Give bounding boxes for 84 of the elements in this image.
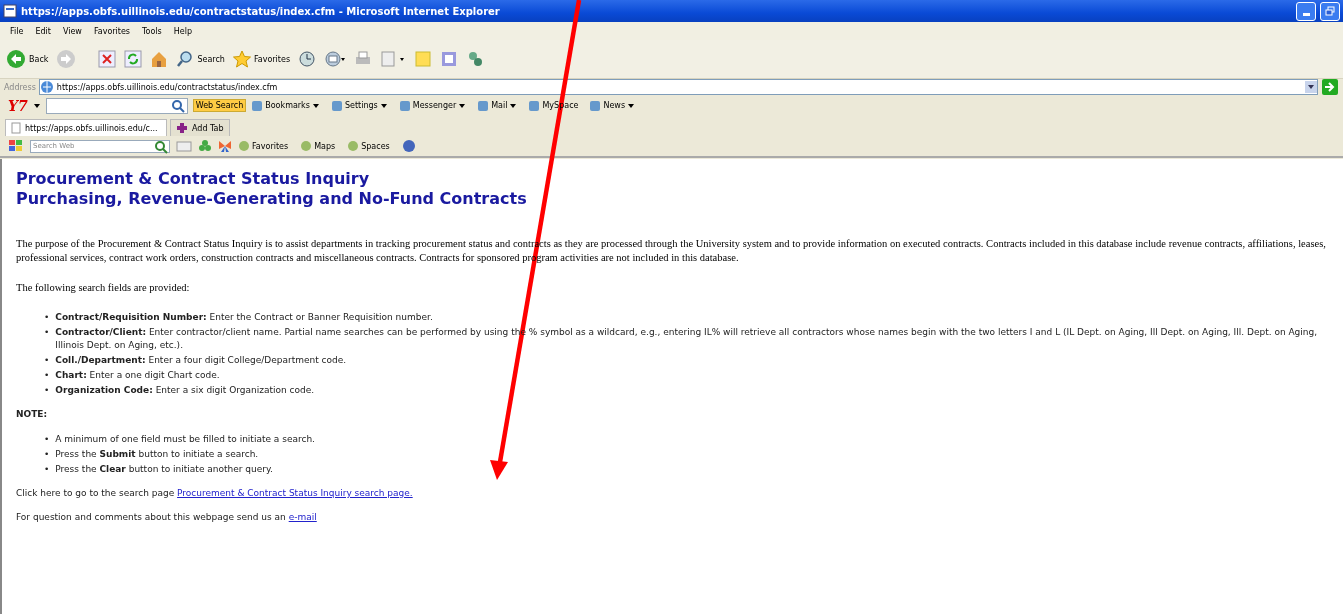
star-icon [232, 50, 251, 68]
circle-icon [347, 140, 360, 152]
back-button[interactable]: Back [6, 49, 49, 69]
search-icon [154, 139, 168, 154]
field-description: Coll./Department: Enter a four digit College/Department code. [55, 354, 347, 367]
page-heading: Purchasing, Revenue-Generating and No-Fund Contracts [16, 189, 528, 209]
caret-icon[interactable] [458, 102, 467, 109]
square-icon [398, 99, 411, 112]
list-bullet: • [44, 311, 50, 324]
note-item: Press the Clear button to initiate another query. [55, 463, 273, 476]
minimize-button[interactable] [1296, 1, 1316, 21]
page-icon [11, 122, 21, 134]
note-item: A minimum of one field must be filled to initiate a search. [55, 433, 315, 446]
circle-icon [300, 140, 313, 152]
address-field[interactable]: https://apps.obfs.uillinois.edu/contractstatus/index.cfm [38, 79, 1318, 95]
dropdown-icon[interactable] [32, 102, 41, 109]
toolbar-menu[interactable]: News [589, 99, 636, 112]
list-bullet: • [44, 433, 50, 446]
stop-icon[interactable] [98, 50, 117, 68]
caret-icon[interactable] [627, 102, 636, 109]
email-link[interactable]: e-mail [288, 512, 317, 522]
list-bullet: • [44, 326, 50, 339]
square-icon [589, 99, 602, 112]
restore-icon [1325, 6, 1335, 16]
note-item: Press the Submit button to initiate a search. [55, 448, 259, 461]
search-button[interactable]: Search [176, 50, 225, 68]
plus-icon [176, 122, 188, 134]
yahoo-logo[interactable]: Y7 [8, 97, 28, 114]
globe-icon [39, 80, 54, 94]
search-page-link[interactable]: Procurement & Contract Status Inquiry search page. [177, 488, 413, 498]
menu-item[interactable]: File [10, 26, 24, 36]
menu-item[interactable]: Help [173, 26, 192, 36]
page-heading: Procurement & Contract Status Inquiry [16, 169, 371, 189]
refresh-icon[interactable] [124, 50, 143, 68]
minimize-icon [1302, 12, 1310, 16]
square-icon [477, 99, 490, 112]
note-heading: NOTE: [16, 409, 49, 419]
address-label: Address [4, 82, 36, 92]
list-bullet: • [44, 354, 50, 367]
list-bullet: • [44, 463, 50, 476]
toolbar-menu[interactable]: Spaces [347, 140, 390, 152]
windows-icon[interactable] [8, 139, 24, 153]
toolbar-menu[interactable]: Settings [330, 99, 388, 112]
history-icon[interactable] [298, 50, 317, 68]
page-icon [3, 4, 17, 18]
list-bullet: • [44, 369, 50, 382]
menu-item[interactable]: Favorites [93, 26, 130, 36]
restore-button[interactable] [1320, 1, 1340, 21]
dropdown-icon[interactable] [1305, 81, 1317, 93]
menu-item[interactable]: Tools [142, 26, 162, 36]
field-description: Chart: Enter a one digit Chart code. [55, 369, 220, 382]
square-icon [330, 99, 343, 112]
web-search-button[interactable]: Web Search [192, 99, 247, 112]
toolbar-menu[interactable]: Maps [300, 140, 336, 152]
caret-icon[interactable] [509, 102, 518, 109]
list-bullet: • [44, 384, 50, 397]
fields-intro: The following search fields are provided: [16, 281, 191, 295]
home-icon[interactable] [150, 50, 169, 68]
browser-tab[interactable]: Add Tab [170, 119, 230, 136]
contact-caption: For question and comments about this webpage send us an [16, 512, 286, 522]
browser-tab[interactable]: https://apps.obfs.uillinois.edu/c... [5, 119, 167, 136]
window-title: https://apps.obfs.uillinois.edu/contractstatus/index.cfm - Microsoft Internet Explorer [21, 5, 500, 17]
menu-item[interactable]: Edit [35, 26, 51, 36]
toolbar-menu[interactable]: Mail [477, 99, 518, 112]
toolbar-menu[interactable]: Bookmarks [251, 99, 320, 112]
butterfly-icon[interactable] [218, 139, 232, 153]
field-description: Organization Code: Enter a six digit Organization code. [55, 384, 315, 397]
search-icon [170, 98, 187, 113]
favorites-button[interactable]: Favorites [232, 50, 291, 68]
search-icon [176, 50, 195, 68]
caret-icon[interactable] [311, 102, 320, 109]
mail-icon[interactable] [324, 50, 347, 68]
list-bullet: • [44, 448, 50, 461]
field-description: Contract/Requisition Number: Enter the Contract or Banner Requisition number. [55, 311, 433, 324]
link-caption: Click here to go to the search page [16, 488, 175, 498]
caret-icon[interactable] [379, 102, 388, 109]
menu-item[interactable]: View [62, 26, 82, 36]
toolbar-menu[interactable]: Favorites [238, 140, 289, 152]
clover-icon[interactable] [198, 139, 212, 153]
circle-icon [238, 140, 250, 152]
toolbar-menu[interactable]: Messenger [398, 99, 467, 112]
square-icon [528, 99, 541, 112]
square-icon [251, 99, 264, 112]
search-field[interactable] [45, 97, 188, 114]
